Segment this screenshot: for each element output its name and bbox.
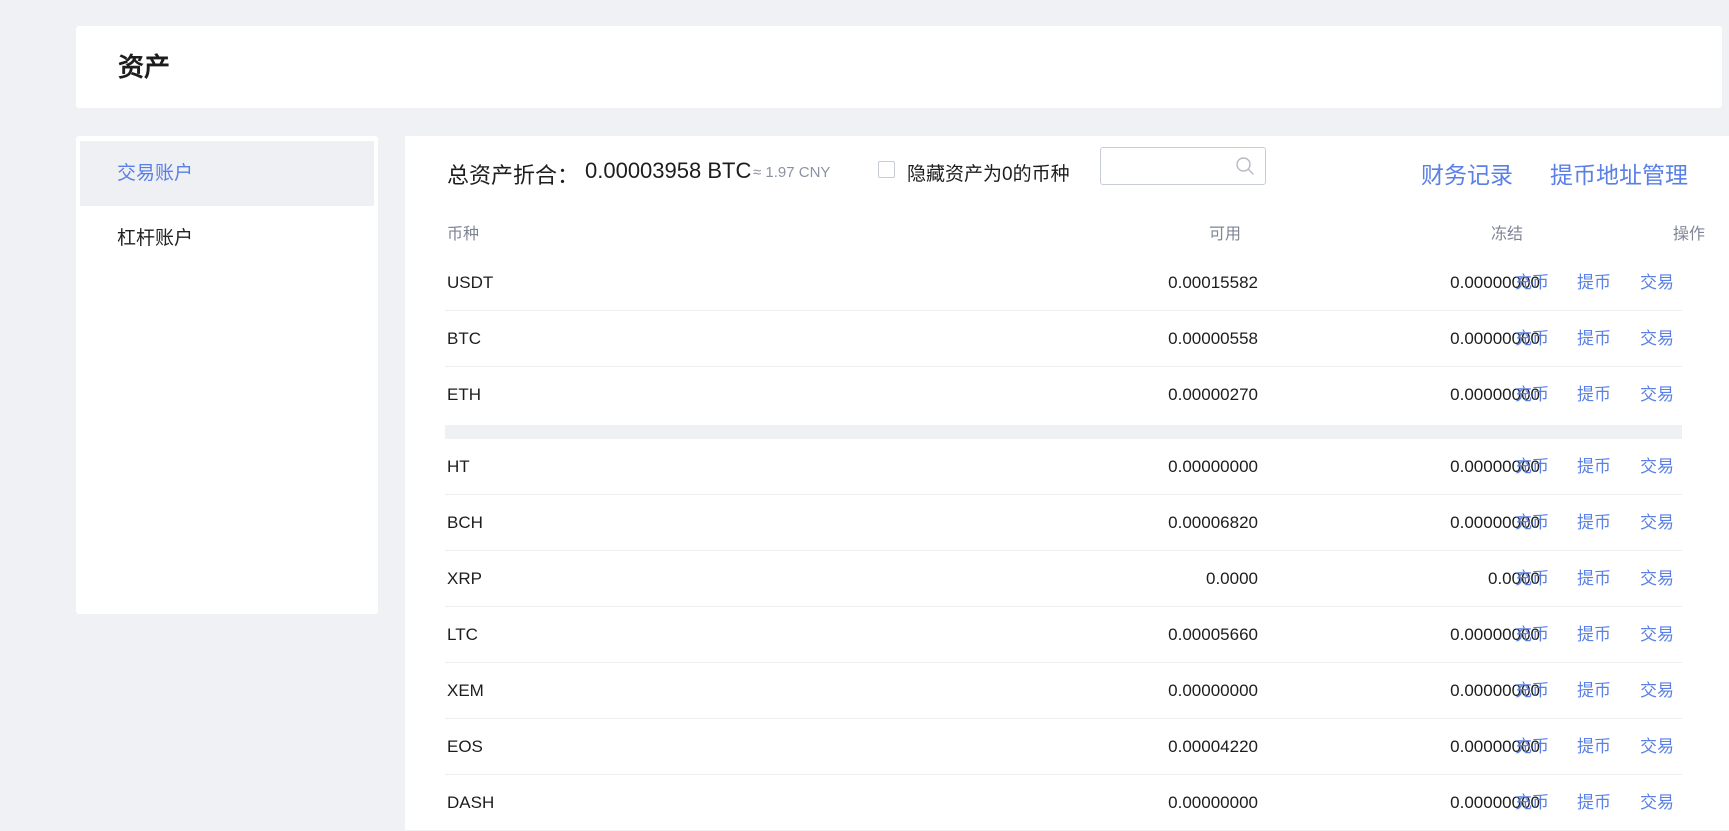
total-assets-cny: ≈ 1.97 CNY: [753, 164, 831, 181]
page-header: 资产: [76, 26, 1722, 108]
trade-link[interactable]: 交易: [1640, 367, 1674, 423]
deposit-link[interactable]: 充币: [1515, 607, 1549, 663]
available-amount: 0.00000270: [1168, 385, 1258, 404]
account-sidebar: 交易账户 杠杆账户: [76, 136, 378, 614]
assets-panel: 总资产折合： 0.00003958 BTC ≈ 1.97 CNY 隐藏资产为0的…: [405, 136, 1729, 830]
trade-link[interactable]: 交易: [1640, 775, 1674, 831]
header-coin: 币种: [447, 226, 480, 243]
coin-name: BTC: [447, 329, 481, 348]
withdraw-link[interactable]: 提币: [1577, 775, 1611, 831]
coin-name: XRP: [447, 569, 482, 588]
coin-name: HT: [447, 457, 470, 476]
withdraw-link[interactable]: 提币: [1577, 367, 1611, 423]
coin-name: DASH: [447, 793, 495, 812]
deposit-link[interactable]: 充币: [1515, 439, 1549, 495]
trade-link[interactable]: 交易: [1640, 607, 1674, 663]
deposit-link[interactable]: 充币: [1515, 311, 1549, 367]
header-available: 可用: [1208, 226, 1241, 243]
withdraw-link[interactable]: 提币: [1577, 311, 1611, 367]
table-row: BTC 0.00000558 0.00000000 充币 提币 交易: [445, 311, 1682, 367]
deposit-link[interactable]: 充币: [1515, 663, 1549, 719]
coin-name: EOS: [447, 737, 483, 756]
coin-search-input[interactable]: [1107, 154, 1231, 180]
withdraw-link[interactable]: 提币: [1577, 719, 1611, 775]
sidebar-item-margin-account[interactable]: 杠杆账户: [80, 206, 374, 271]
table-row: LTC 0.00005660 0.00000000 充币 提币 交易: [445, 607, 1682, 663]
available-amount: 0.00005660: [1168, 625, 1258, 644]
withdraw-link[interactable]: 提币: [1577, 255, 1611, 311]
total-assets-label: 总资产折合：: [447, 163, 580, 188]
header-operation: 操作: [1672, 226, 1705, 243]
trade-link[interactable]: 交易: [1640, 551, 1674, 607]
coin-name: ETH: [447, 385, 481, 404]
financial-records-link[interactable]: 财务记录: [1421, 156, 1513, 190]
table-row: BCH 0.00006820 0.00000000 充币 提币 交易: [445, 495, 1682, 551]
coin-name: LTC: [447, 625, 478, 644]
header-frozen: 冻结: [1490, 226, 1523, 243]
deposit-link[interactable]: 充币: [1515, 551, 1549, 607]
table-row: EOS 0.00004220 0.00000000 充币 提币 交易: [445, 719, 1682, 775]
page-title: 资产: [118, 52, 171, 82]
withdraw-link[interactable]: 提币: [1577, 495, 1611, 551]
available-amount: 0.00006820: [1168, 513, 1258, 532]
search-box[interactable]: [1100, 147, 1266, 185]
coin-name: BCH: [447, 513, 483, 532]
deposit-link[interactable]: 充币: [1515, 495, 1549, 551]
withdraw-address-link[interactable]: 提币地址管理: [1550, 156, 1688, 190]
withdraw-link[interactable]: 提币: [1577, 439, 1611, 495]
withdraw-link[interactable]: 提币: [1577, 663, 1611, 719]
available-amount: 0.00000558: [1168, 329, 1258, 348]
hide-zero-label[interactable]: 隐藏资产为0的币种: [907, 159, 1070, 186]
table-row: DASH 0.00000000 0.00000000 充币 提币 交易: [445, 775, 1682, 831]
available-amount: 0.00004220: [1168, 737, 1258, 756]
table-row: XEM 0.00000000 0.00000000 充币 提币 交易: [445, 663, 1682, 719]
trade-link[interactable]: 交易: [1640, 439, 1674, 495]
trade-link[interactable]: 交易: [1640, 495, 1674, 551]
withdraw-link[interactable]: 提币: [1577, 551, 1611, 607]
trade-link[interactable]: 交易: [1640, 719, 1674, 775]
available-amount: 0.00000000: [1168, 457, 1258, 476]
table-row: USDT 0.00015582 0.00000000 充币 提币 交易: [445, 255, 1682, 311]
coin-name: USDT: [447, 273, 494, 292]
coin-name: XEM: [447, 681, 484, 700]
deposit-link[interactable]: 充币: [1515, 255, 1549, 311]
table-row: HT 0.00000000 0.00000000 充币 提币 交易: [445, 439, 1682, 495]
withdraw-link[interactable]: 提币: [1577, 607, 1611, 663]
total-assets-btc: 0.00003958 BTC: [585, 158, 752, 183]
sidebar-item-trading-account[interactable]: 交易账户: [80, 141, 374, 206]
available-amount: 0.00015582: [1168, 273, 1258, 292]
deposit-link[interactable]: 充币: [1515, 367, 1549, 423]
row-separator: [445, 425, 1682, 439]
trade-link[interactable]: 交易: [1640, 311, 1674, 367]
search-icon[interactable]: [1235, 156, 1255, 176]
trade-link[interactable]: 交易: [1640, 663, 1674, 719]
deposit-link[interactable]: 充币: [1515, 775, 1549, 831]
table-row: XRP 0.0000 0.0000 充币 提币 交易: [445, 551, 1682, 607]
available-amount: 0.00000000: [1168, 681, 1258, 700]
trade-link[interactable]: 交易: [1640, 255, 1674, 311]
available-amount: 0.0000: [1206, 569, 1258, 588]
table-row: ETH 0.00000270 0.00000000 充币 提币 交易: [445, 367, 1682, 423]
available-amount: 0.00000000: [1168, 793, 1258, 812]
hide-zero-checkbox[interactable]: [878, 161, 895, 178]
deposit-link[interactable]: 充币: [1515, 719, 1549, 775]
